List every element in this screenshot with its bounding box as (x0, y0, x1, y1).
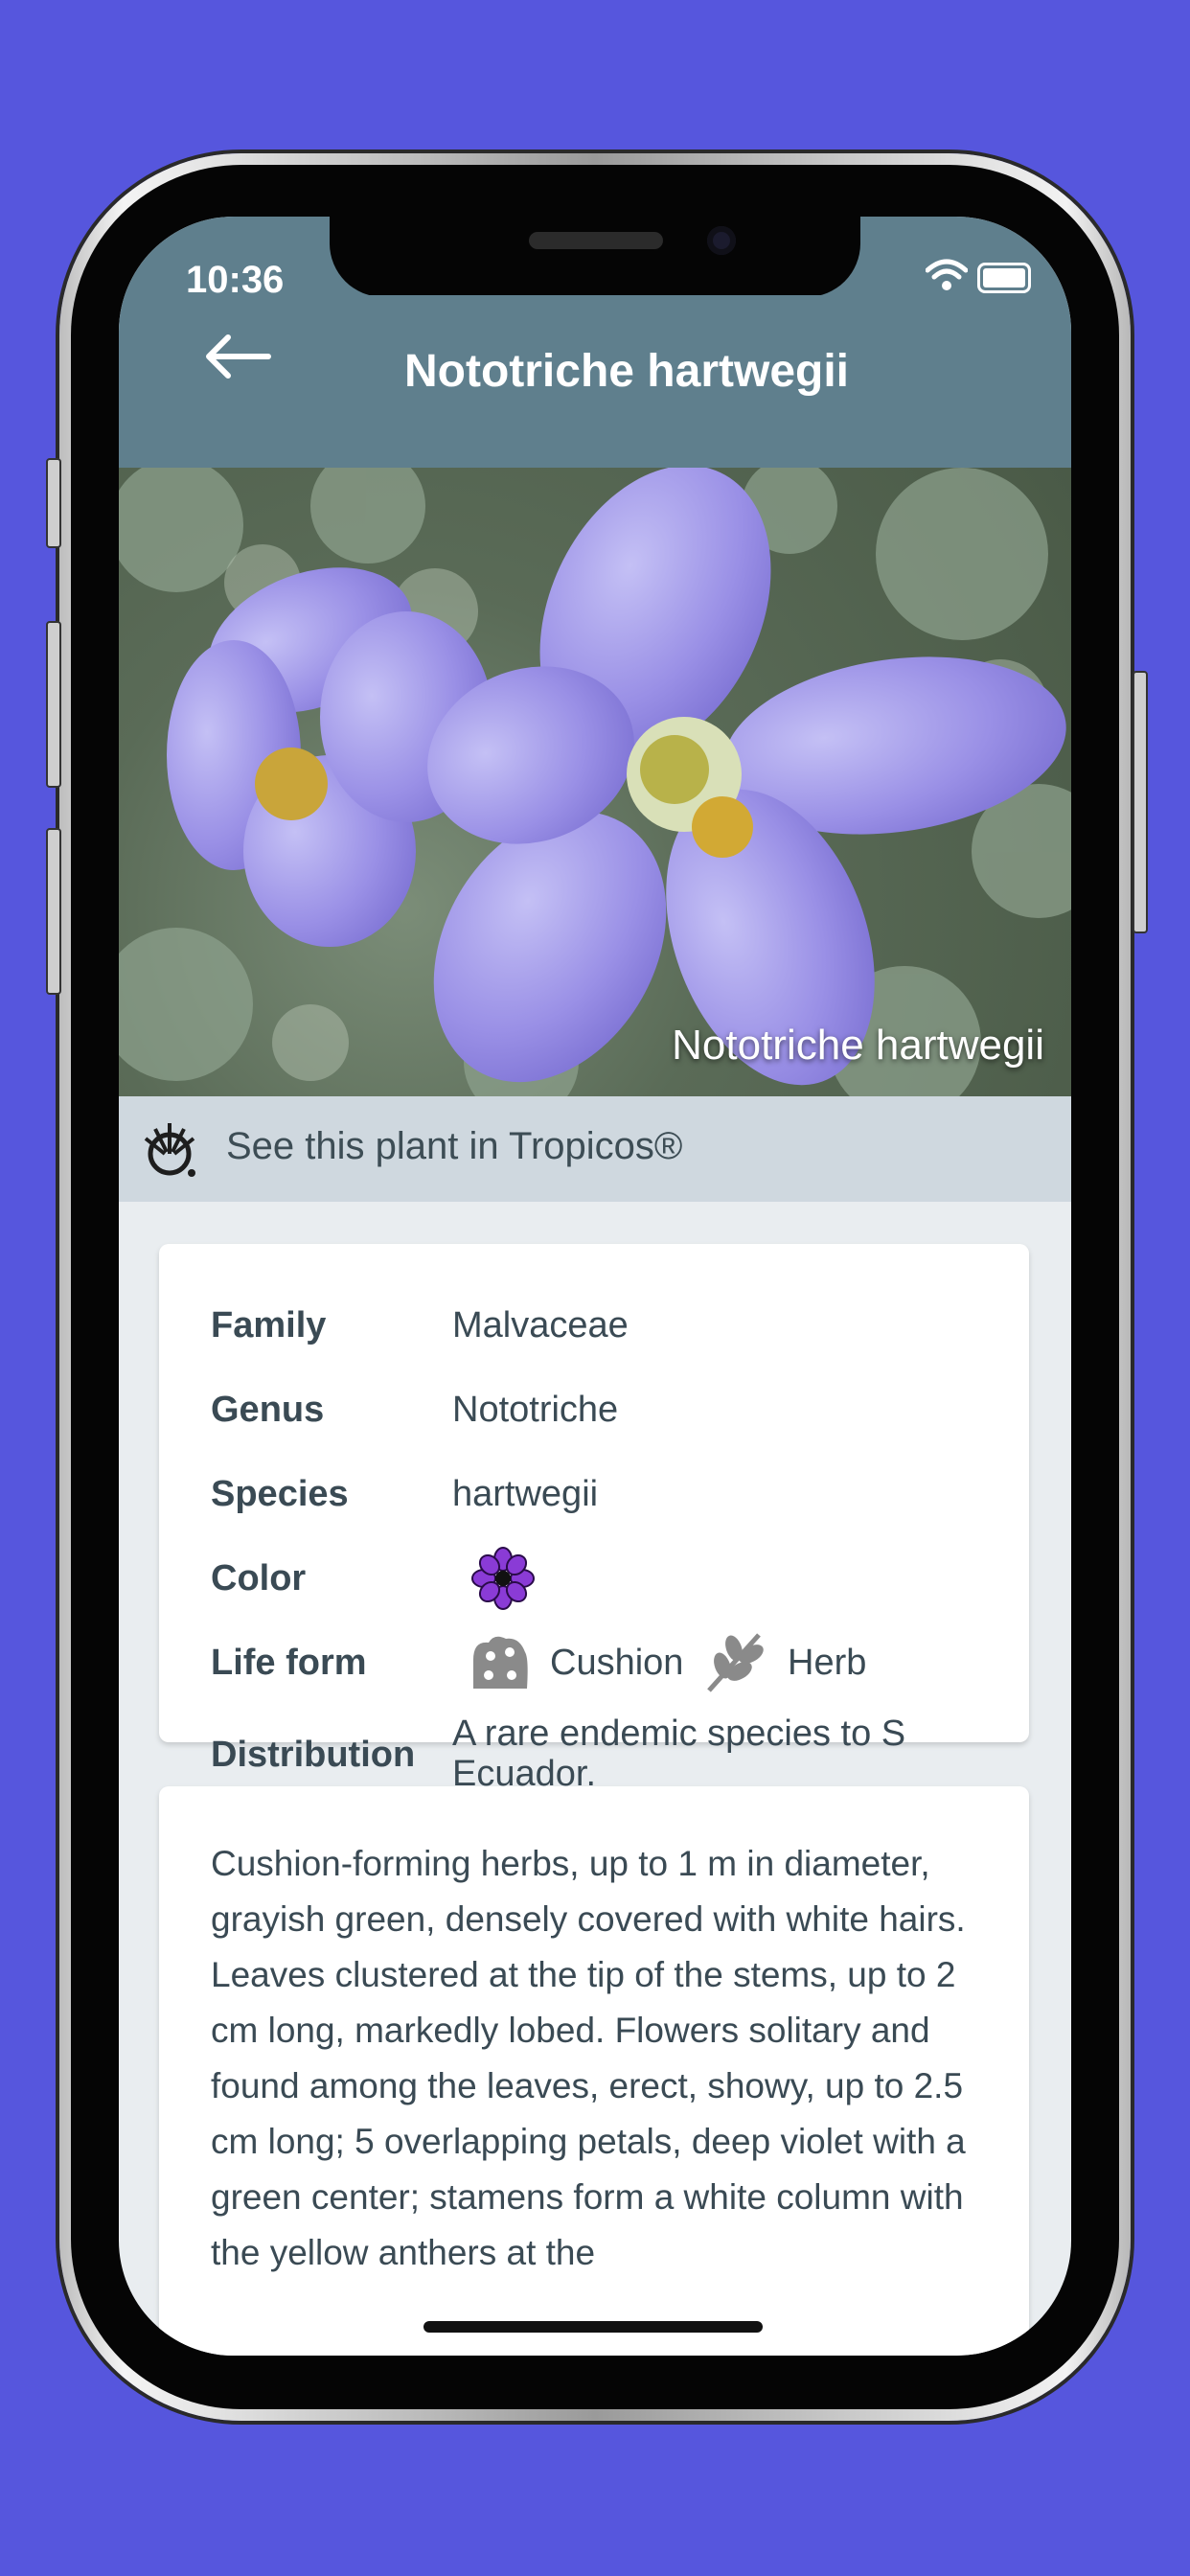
front-camera (707, 226, 736, 255)
distribution-value: A rare endemic species to S Ecuador. (452, 1714, 906, 1794)
tropicos-link[interactable]: See this plant in Tropicos® (119, 1096, 1071, 1202)
species-value: hartwegii (452, 1474, 599, 1514)
notch (330, 217, 860, 297)
lifeform-label: Life form (211, 1643, 367, 1683)
description-card: Cushion-forming herbs, up to 1 m in diam… (159, 1786, 1029, 2356)
side-button-mute (46, 458, 61, 548)
app-header: Nototriche hartwegii (119, 295, 1071, 468)
wifi-icon (926, 259, 968, 290)
lifeform-herb-label: Herb (788, 1643, 867, 1683)
flower-illustration (119, 468, 1071, 1096)
family-value: Malvaceae (452, 1305, 629, 1346)
description-text: Cushion-forming herbs, up to 1 m in diam… (211, 1844, 966, 2272)
distribution-label: Distribution (211, 1735, 416, 1775)
details-card: Family Malvaceae Genus Nototriche Specie… (159, 1244, 1029, 1794)
plant-photo[interactable]: Nototriche hartwegii (119, 468, 1071, 1096)
tropicos-label: See this plant in Tropicos® (226, 1125, 683, 1167)
color-label: Color (211, 1558, 307, 1598)
side-button-volume-down (46, 828, 61, 995)
side-button-volume-up (46, 621, 61, 788)
tropicos-logo-icon (144, 1123, 195, 1177)
species-label: Species (211, 1474, 349, 1514)
family-label: Family (211, 1305, 327, 1346)
violet-flower-icon (471, 1547, 535, 1610)
home-indicator[interactable] (423, 2321, 763, 2333)
app-screen: 10:36 .... Nototriche hartwegii (119, 217, 1071, 2356)
photo-caption: Nototriche hartwegii (672, 1022, 1044, 1069)
battery-icon (977, 263, 1031, 293)
cushion-plant-icon (473, 1636, 528, 1689)
lifeform-cushion-label: Cushion (550, 1643, 684, 1683)
genus-label: Genus (211, 1390, 325, 1430)
side-button-power (1133, 671, 1148, 933)
arrow-left-icon[interactable] (199, 328, 276, 385)
speaker-grille (529, 232, 663, 249)
page-title: Nototriche hartwegii (403, 346, 850, 397)
genus-value: Nototriche (452, 1390, 619, 1430)
herb-leaf-icon (707, 1633, 764, 1692)
